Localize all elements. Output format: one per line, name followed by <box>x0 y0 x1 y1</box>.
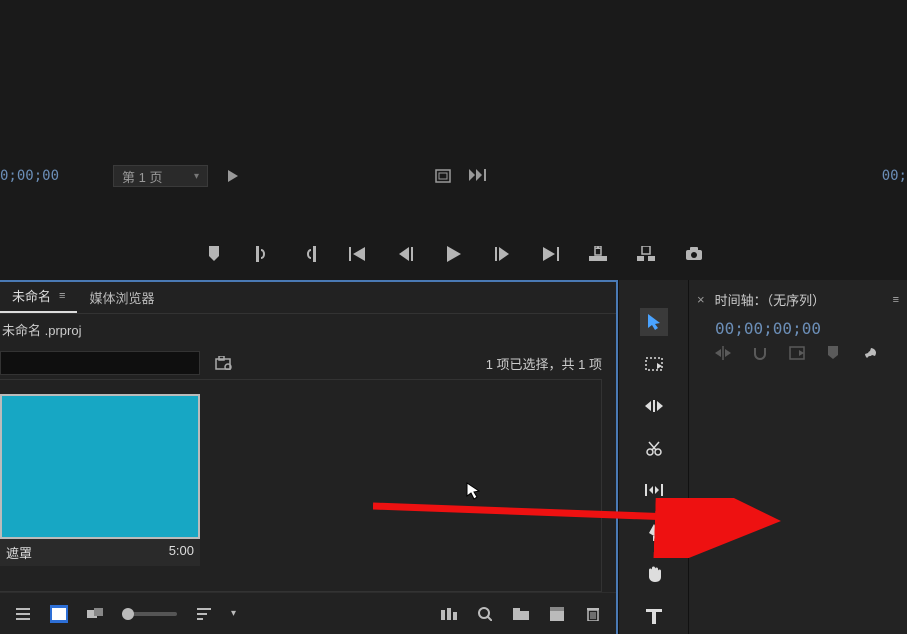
timeline-title: 时间轴：（无序列） <box>715 290 826 309</box>
track-select-tool[interactable] <box>640 350 668 378</box>
tab-project-label: 未命名 <box>12 286 51 305</box>
timeline-timecode[interactable]: 00;00;00;00 <box>715 319 899 338</box>
type-tool[interactable] <box>640 602 668 630</box>
page-label: 第 1 页 <box>122 167 162 186</box>
find-icon[interactable] <box>476 605 494 623</box>
panel-menu-icon[interactable]: ≡ <box>893 294 899 306</box>
clip-item[interactable]: 遮罩 5:00 <box>0 394 200 577</box>
close-icon[interactable]: × <box>697 292 705 307</box>
sort-button[interactable] <box>195 605 213 623</box>
extract-icon[interactable] <box>636 244 656 264</box>
marker-add-icon[interactable] <box>827 346 839 362</box>
marker-icon[interactable] <box>204 244 224 264</box>
time-right: 00; <box>882 168 907 184</box>
time-left: 0;00;00 <box>0 168 59 184</box>
chevron-down-icon: ▾ <box>194 171 199 182</box>
icon-view-button[interactable] <box>50 605 68 623</box>
program-monitor: 0;00;00 第 1 页 ▾ 00; <box>0 0 907 280</box>
settings-icon[interactable] <box>861 346 877 362</box>
in-point-icon[interactable] <box>252 244 272 264</box>
transport-bar <box>0 238 907 270</box>
snap-icon[interactable] <box>753 346 767 362</box>
slip-tool[interactable] <box>640 476 668 504</box>
tool-palette <box>618 280 688 634</box>
selection-tool[interactable] <box>640 308 668 336</box>
clip-name: 遮罩 <box>6 543 32 562</box>
new-item-icon[interactable] <box>548 605 566 623</box>
go-to-out-icon[interactable] <box>540 244 560 264</box>
safe-margins-icon[interactable] <box>435 169 451 183</box>
trash-icon[interactable] <box>584 605 602 623</box>
step-icon[interactable] <box>469 169 487 183</box>
thumbnail-size-slider[interactable] <box>122 612 177 616</box>
clip-thumbnail[interactable] <box>0 394 200 539</box>
step-back-icon[interactable] <box>396 244 416 264</box>
project-filename: 未命名 .prproj <box>0 314 616 339</box>
ripple-edit-tool[interactable] <box>640 392 668 420</box>
panel-menu-icon[interactable]: ≡ <box>59 290 65 302</box>
out-point-icon[interactable] <box>300 244 320 264</box>
automate-icon[interactable] <box>440 605 458 623</box>
pen-tool[interactable] <box>640 518 668 546</box>
search-input[interactable] <box>0 351 200 375</box>
play-icon[interactable] <box>228 170 238 182</box>
timeline-panel: × 时间轴：（无序列） ≡ 00;00;00;00 <box>688 280 907 634</box>
razor-tool[interactable] <box>640 434 668 462</box>
project-bottom-bar: ▾ <box>0 592 616 634</box>
project-bin[interactable]: 遮罩 5:00 <box>0 379 602 592</box>
lift-icon[interactable] <box>588 244 608 264</box>
selection-info: 1 项已选择，共 1 项 <box>486 354 602 373</box>
page-dropdown[interactable]: 第 1 页 ▾ <box>113 165 208 187</box>
filter-bin-icon[interactable] <box>214 356 232 370</box>
play-button[interactable] <box>444 244 464 264</box>
new-bin-icon[interactable] <box>512 605 530 623</box>
project-panel: 未命名 ≡ 媒体浏览器 未命名 .prproj 1 项已选择，共 1 项 遮罩 … <box>0 280 618 634</box>
tab-media-label: 媒体浏览器 <box>89 288 154 307</box>
tab-project[interactable]: 未命名 ≡ <box>0 280 77 313</box>
chevron-down-icon[interactable]: ▾ <box>231 608 236 619</box>
list-view-button[interactable] <box>14 605 32 623</box>
freeform-view-button[interactable] <box>86 605 104 623</box>
step-forward-icon[interactable] <box>492 244 512 264</box>
linked-selection-icon[interactable] <box>789 346 805 362</box>
insert-icon[interactable] <box>715 346 731 362</box>
tab-media-browser[interactable]: 媒体浏览器 <box>77 282 166 313</box>
go-to-in-icon[interactable] <box>348 244 368 264</box>
hand-tool[interactable] <box>640 560 668 588</box>
clip-duration: 5:00 <box>169 543 194 562</box>
export-frame-icon[interactable] <box>684 244 704 264</box>
